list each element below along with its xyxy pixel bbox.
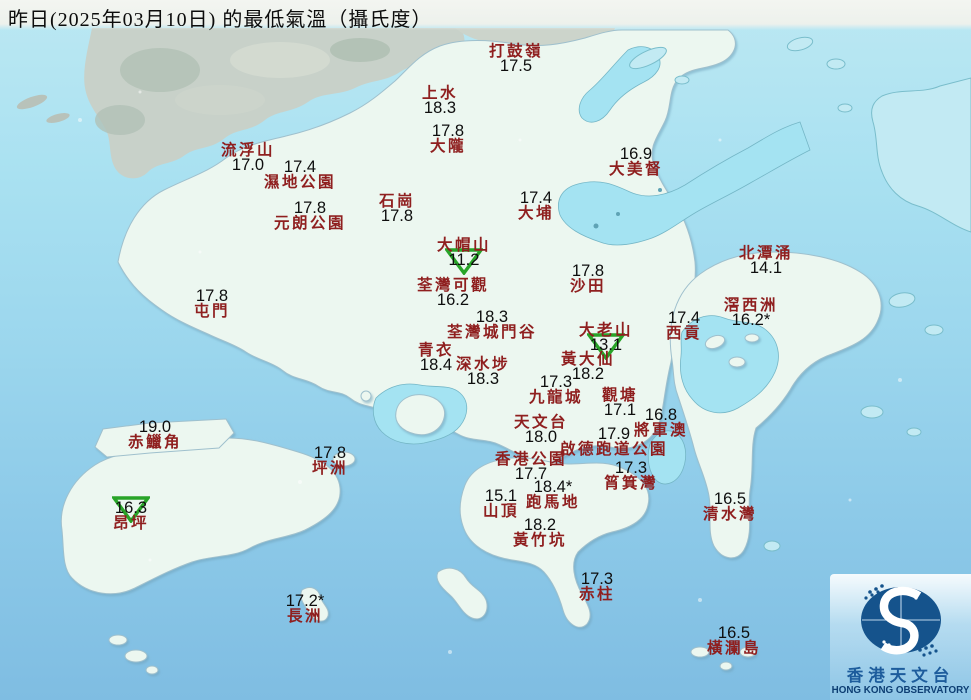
hko-min-temp-map: 昨日(2025年03月10日) 的最低氣溫（攝氏度） 打鼓嶺 17.5 上水 18.3… <box>0 0 971 700</box>
land-islet-se-2 <box>924 324 944 336</box>
land-tsing-yi <box>395 394 446 436</box>
land-islet-mirs-bay-3 <box>826 58 846 70</box>
map-title: 昨日(2025年03月10日) 的最低氣溫（攝氏度） <box>8 9 433 31</box>
land-waglan-island <box>739 646 757 658</box>
land-islet-se-4 <box>906 427 922 437</box>
title-bar: 昨日(2025年03月10日) 的最低氣溫（攝氏度） <box>0 0 971 31</box>
land-islet-port-shelter-1 <box>728 356 746 368</box>
hko-logo: 香港天文台 HONG KONG OBSERVATORY <box>830 574 971 700</box>
hko-logo-name-zh: 香港天文台 <box>846 666 955 685</box>
land-soko-1 <box>108 634 128 646</box>
hko-logo-name-en: HONG KONG OBSERVATORY <box>831 685 970 696</box>
hko-logo-icon <box>860 584 941 657</box>
land-islet-port-shelter-2 <box>744 333 760 343</box>
land-islet-mirs-bay-1 <box>674 75 690 85</box>
land-soko-3 <box>145 665 159 675</box>
land-po-toi-2 <box>719 661 733 671</box>
land-soko-2 <box>124 649 148 663</box>
land-islet-se-3 <box>860 405 884 419</box>
land-islet-cwb-1 <box>763 540 781 552</box>
hong-kong-map <box>0 0 971 700</box>
land-po-toi-1 <box>690 646 710 658</box>
land-islet-ne-1 <box>837 103 853 113</box>
land-ma-wan <box>360 390 372 402</box>
land-peng-chau <box>332 451 356 467</box>
